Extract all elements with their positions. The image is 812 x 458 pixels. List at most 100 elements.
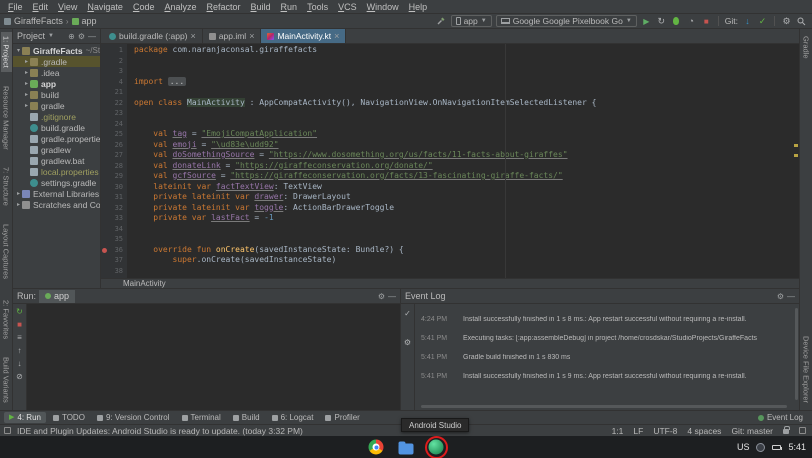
run-button[interactable]: ▶ <box>641 15 652 28</box>
stop-button[interactable]: ■ <box>701 15 712 28</box>
toolwindow-tab-todo[interactable]: TODO <box>48 412 90 423</box>
settings-gear-icon[interactable]: ⚙ <box>781 15 792 28</box>
device-select[interactable]: Google Google Pixelbook Go ▼ <box>496 15 637 27</box>
menu-build[interactable]: Build <box>246 2 276 12</box>
tool-stripe-device-file-explorer[interactable]: Device File Explorer <box>801 332 812 407</box>
tree-item-gradle[interactable]: ▸gradle <box>13 100 100 111</box>
tree-item-external-libraries[interactable]: ▸External Libraries <box>13 188 100 199</box>
menu-help[interactable]: Help <box>404 2 433 12</box>
restart-activity-icon[interactable]: ≡ <box>17 333 22 342</box>
clock[interactable]: 5:41 <box>788 442 806 452</box>
scroll-down-icon[interactable]: ↓ <box>18 359 22 368</box>
close-icon[interactable]: × <box>249 31 254 41</box>
locate-icon[interactable]: ⊕ <box>68 32 75 41</box>
status-git-master[interactable]: Git: master <box>731 426 773 436</box>
system-menu-icon[interactable] <box>756 443 765 452</box>
lock-icon[interactable] <box>783 429 789 434</box>
run-config-select[interactable]: app ▼ <box>451 15 492 27</box>
tree-collapsed-arrow-icon[interactable]: ▸ <box>15 201 22 208</box>
tool-stripe-resource-manager[interactable]: Resource Manager <box>1 82 12 154</box>
menu-window[interactable]: Window <box>362 2 404 12</box>
tree-item-gradlew[interactable]: gradlew <box>13 144 100 155</box>
status-1-1[interactable]: 1:1 <box>612 426 624 436</box>
tree-item-gradle[interactable]: ▸.gradle <box>13 56 100 67</box>
tree-collapsed-arrow-icon[interactable]: ▸ <box>23 102 30 109</box>
tree-expanded-arrow-icon[interactable]: ▾ <box>15 47 22 54</box>
filter-icon[interactable]: ✓ <box>404 309 411 318</box>
toolwindow-tab-6-logcat[interactable]: 6: Logcat <box>267 412 319 423</box>
tree-item-gitignore[interactable]: .gitignore <box>13 111 100 122</box>
tree-collapsed-arrow-icon[interactable]: ▸ <box>23 58 30 65</box>
menu-edit[interactable]: Edit <box>28 2 54 12</box>
toolwindow-tab-event-log[interactable]: Event Log <box>753 412 808 423</box>
menu-file[interactable]: File <box>3 2 28 12</box>
tree-item-giraffefacts[interactable]: ▾GiraffeFacts~/StudioProjects/GiraffeFac… <box>13 45 100 56</box>
tool-stripe-7-structure[interactable]: 7: Structure <box>1 163 12 210</box>
android-studio-icon[interactable] <box>429 440 444 455</box>
status-4-spaces[interactable]: 4 spaces <box>687 426 721 436</box>
tree-collapsed-arrow-icon[interactable]: ▸ <box>23 80 30 87</box>
chevron-down-icon[interactable]: ▼ <box>48 33 54 39</box>
settings-wrench-icon[interactable]: ⚙ <box>404 338 411 347</box>
menu-navigate[interactable]: Navigate <box>82 2 128 12</box>
tree-item-build[interactable]: ▸build <box>13 89 100 100</box>
horizontal-scrollbar[interactable] <box>421 405 787 408</box>
scroll-up-icon[interactable]: ↑ <box>18 346 22 355</box>
tree-item-idea[interactable]: ▸.idea <box>13 67 100 78</box>
tool-stripe-1-project[interactable]: 1: Project <box>1 32 12 72</box>
toolwindow-tab-profiler[interactable]: Profiler <box>320 412 364 423</box>
menu-view[interactable]: View <box>53 2 82 12</box>
close-icon[interactable]: × <box>191 31 196 41</box>
tree-item-gradlew-bat[interactable]: gradlew.bat <box>13 155 100 166</box>
git-commit-icon[interactable]: ✓ <box>757 15 768 28</box>
menu-vcs[interactable]: VCS <box>333 2 362 12</box>
gear-icon[interactable]: ⚙ <box>78 32 85 41</box>
hide-panel-icon[interactable]: — <box>388 292 396 301</box>
file-manager-icon[interactable] <box>399 443 414 454</box>
clear-console-icon[interactable]: ⊘ <box>16 372 23 381</box>
tool-stripe-layout-captures[interactable]: Layout Captures <box>1 220 12 283</box>
close-icon[interactable]: × <box>334 31 339 41</box>
rerun-icon[interactable]: ↻ <box>16 307 23 316</box>
tree-collapsed-arrow-icon[interactable]: ▸ <box>23 91 30 98</box>
build-hammer-icon[interactable] <box>436 15 447 28</box>
tree-item-build-gradle[interactable]: build.gradle <box>13 122 100 133</box>
toolwindow-tab-build[interactable]: Build <box>228 412 265 423</box>
editor-tab-app-iml[interactable]: app.iml× <box>203 29 262 43</box>
tool-window-toggle-icon[interactable] <box>4 427 11 434</box>
breakpoint-icon[interactable] <box>101 245 108 256</box>
run-console[interactable] <box>27 304 400 410</box>
menu-analyze[interactable]: Analyze <box>159 2 201 12</box>
hide-panel-icon[interactable]: — <box>787 292 795 301</box>
stop-icon[interactable]: ■ <box>17 320 22 329</box>
editor-tab-build-gradle-app[interactable]: build.gradle (:app)× <box>103 29 203 43</box>
vertical-scrollbar[interactable] <box>795 308 798 400</box>
git-update-icon[interactable]: ↓ <box>742 15 753 28</box>
notifications-icon[interactable] <box>799 427 806 434</box>
toolwindow-tab-9-version-control[interactable]: 9: Version Control <box>92 412 175 423</box>
editor-tab-mainactivity-kt[interactable]: MainActivity.kt× <box>261 29 346 43</box>
status-utf-8[interactable]: UTF-8 <box>653 426 677 436</box>
profiler-button[interactable]: ◔ <box>686 15 697 28</box>
search-icon[interactable] <box>796 15 807 28</box>
menu-tools[interactable]: Tools <box>302 2 333 12</box>
tree-item-scratches-and-consoles[interactable]: ▸Scratches and Consoles <box>13 199 100 210</box>
tool-stripe-gradle[interactable]: Gradle <box>801 32 812 63</box>
toolwindow-tab-terminal[interactable]: Terminal <box>177 412 226 423</box>
tree-item-settings-gradle[interactable]: settings.gradle <box>13 177 100 188</box>
tool-stripe-2-favorites[interactable]: 2: Favorites <box>1 296 12 343</box>
tree-collapsed-arrow-icon[interactable]: ▸ <box>15 190 22 197</box>
menu-refactor[interactable]: Refactor <box>202 2 246 12</box>
tree-item-gradle-properties[interactable]: gradle.properties <box>13 133 100 144</box>
editor-breadcrumb[interactable]: MainActivity <box>101 278 799 288</box>
project-view-select[interactable]: Project <box>17 31 45 41</box>
breadcrumb-project[interactable]: GiraffeFacts <box>14 16 63 26</box>
apply-changes-icon[interactable]: ↻ <box>656 15 667 28</box>
gear-icon[interactable]: ⚙ <box>777 292 784 301</box>
keyboard-layout-indicator[interactable]: US <box>737 442 750 452</box>
tool-stripe-build-variants[interactable]: Build Variants <box>1 353 12 407</box>
tree-collapsed-arrow-icon[interactable]: ▸ <box>23 69 30 76</box>
hide-panel-icon[interactable]: — <box>88 32 96 41</box>
toolwindow-tab-4-run[interactable]: ▶4: Run <box>4 412 46 423</box>
tree-item-local-properties[interactable]: local.properties <box>13 166 100 177</box>
